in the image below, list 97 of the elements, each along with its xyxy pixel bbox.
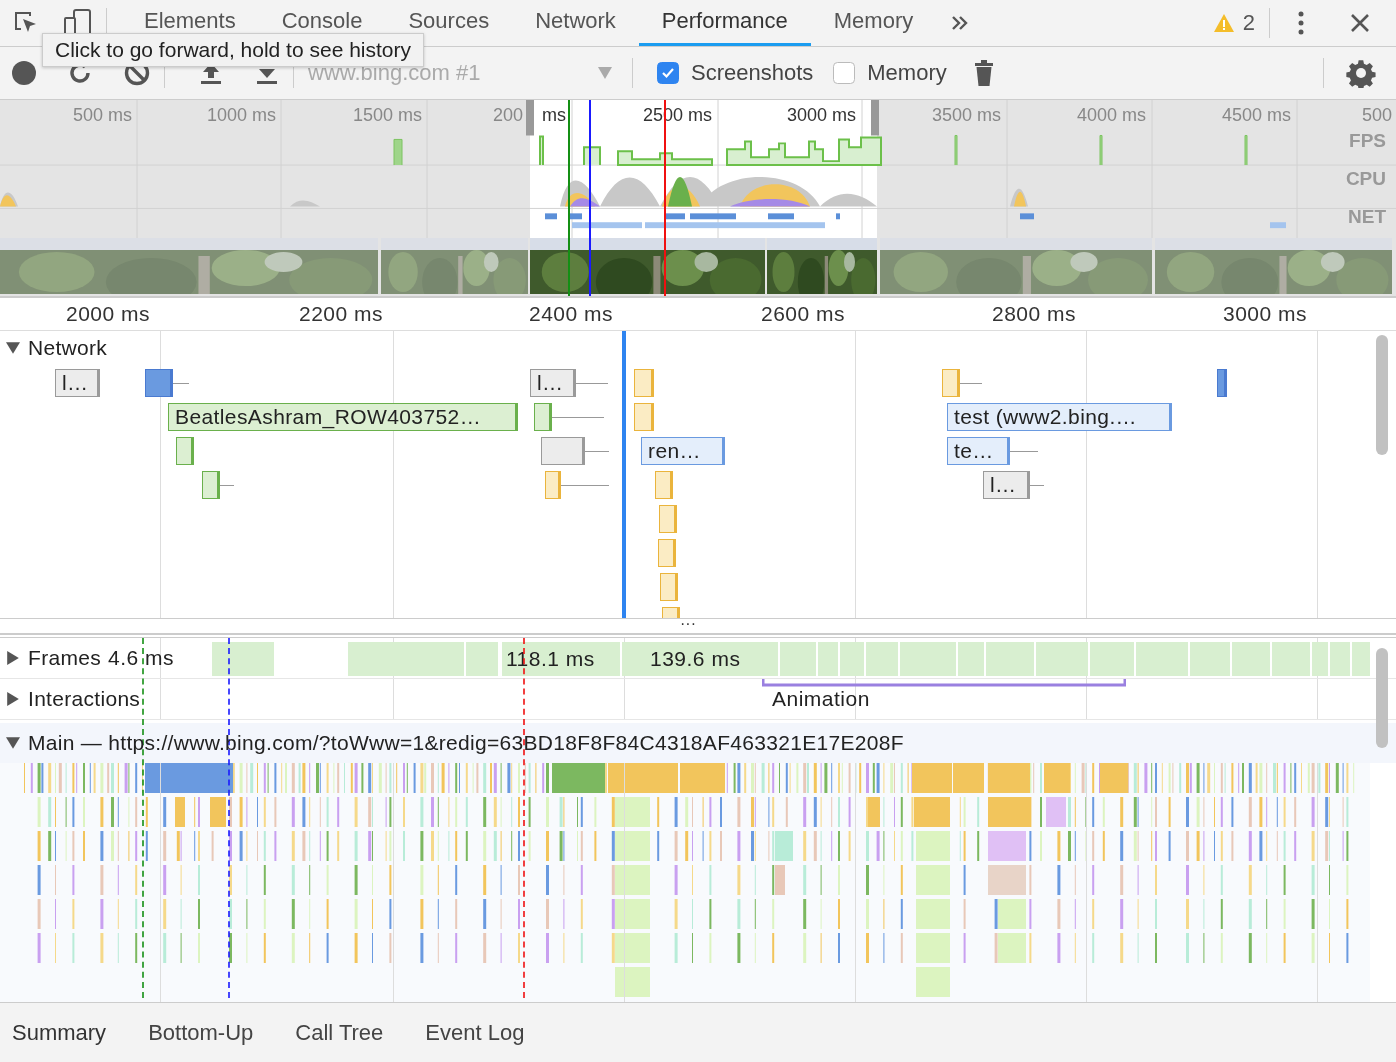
- network-request-bar[interactable]: l…: [983, 471, 1030, 499]
- frame-bar[interactable]: [1190, 642, 1230, 676]
- frame-bar[interactable]: [348, 642, 464, 676]
- overview-track-label: NET: [1348, 206, 1386, 228]
- record-icon[interactable]: [12, 61, 36, 85]
- frame-bar[interactable]: [1330, 642, 1350, 676]
- overview-tick-label: 200: [492, 105, 523, 126]
- expand-arrow-icon[interactable]: [6, 341, 20, 355]
- checkbox-label[interactable]: Memory: [867, 60, 947, 86]
- network-request-bar[interactable]: [1217, 369, 1227, 397]
- checkbox[interactable]: [833, 62, 856, 84]
- track-label[interactable]: Frames: [28, 646, 101, 670]
- dropdown-caret-icon[interactable]: [598, 67, 612, 79]
- details-tab[interactable]: Summary: [0, 1003, 127, 1062]
- expand-arrow-icon[interactable]: [6, 651, 20, 665]
- overview-panel[interactable]: [0, 100, 1396, 238]
- network-request-bar[interactable]: [634, 403, 654, 431]
- frame-bar[interactable]: [1090, 642, 1134, 676]
- frame-bar[interactable]: [840, 642, 864, 676]
- frame-bar[interactable]: [900, 642, 956, 676]
- frame-bar[interactable]: [212, 642, 274, 676]
- overview-tick-label: 4500 ms: [1221, 105, 1291, 126]
- network-request-bar[interactable]: [534, 403, 552, 431]
- frame-bar[interactable]: [986, 642, 1034, 676]
- network-request-bar[interactable]: [176, 437, 194, 465]
- frame-bar[interactable]: [818, 642, 838, 676]
- time-ruler-label: 2000 ms: [65, 302, 150, 326]
- selection-handle[interactable]: [526, 100, 534, 136]
- network-request-bar[interactable]: [202, 471, 220, 499]
- animation-range-bracket[interactable]: [762, 679, 1126, 687]
- network-request-bar[interactable]: [942, 369, 960, 397]
- network-request-bar[interactable]: ren…: [641, 437, 725, 465]
- panel-tab[interactable]: Network: [512, 0, 639, 46]
- settings-icon[interactable]: [1346, 58, 1376, 88]
- expand-arrow-icon[interactable]: [6, 736, 20, 750]
- warning-icon[interactable]: [1212, 13, 1235, 33]
- network-request-bar[interactable]: [659, 505, 677, 533]
- overview-track-label: CPU: [1345, 168, 1386, 190]
- details-tab[interactable]: Call Tree: [283, 1003, 404, 1062]
- frame-bar[interactable]: [780, 642, 816, 676]
- warning-count: 2: [1242, 10, 1255, 36]
- network-request-bar[interactable]: l…: [55, 369, 100, 397]
- scrollbar-thumb[interactable]: [1376, 335, 1388, 455]
- frame-bar[interactable]: [866, 642, 898, 676]
- overview-tick-label: 4000 ms: [1076, 105, 1146, 126]
- interaction-label: Animation: [772, 687, 870, 711]
- network-request-bar[interactable]: te…: [947, 437, 1010, 465]
- frame-bar[interactable]: [1136, 642, 1188, 676]
- time-ruler-label: 2600 ms: [760, 302, 845, 326]
- expand-arrow-icon[interactable]: [6, 692, 20, 706]
- network-request-bar[interactable]: [634, 369, 654, 397]
- overview-track-label: FPS: [1349, 130, 1386, 152]
- scrollbar-thumb[interactable]: [1376, 648, 1388, 748]
- time-ruler-label: 3000 ms: [1222, 302, 1307, 326]
- flame-chart-drawing[interactable]: [0, 763, 1370, 1002]
- track-label[interactable]: Network: [28, 336, 108, 360]
- network-request-bar[interactable]: [541, 437, 585, 465]
- time-ruler-label: 2200 ms: [298, 302, 383, 326]
- trash-icon[interactable]: [974, 60, 993, 86]
- overview-tick-label: 3000 ms: [786, 105, 856, 126]
- resize-handle[interactable]: ···: [680, 619, 696, 629]
- overview-tick-label: ms: [542, 105, 566, 126]
- selection-handle[interactable]: [871, 100, 879, 136]
- network-request-bar[interactable]: BeatlesAshram_ROW403752…: [168, 403, 518, 431]
- more-options-icon[interactable]: [1298, 11, 1304, 35]
- overview-tick-label: 1000 ms: [206, 105, 276, 126]
- frame-bar[interactable]: [1272, 642, 1310, 676]
- frame-bar[interactable]: [1352, 642, 1370, 676]
- track-label[interactable]: Interactions: [28, 687, 141, 711]
- frame-bar[interactable]: [1312, 642, 1328, 676]
- frame-bar[interactable]: [466, 642, 498, 676]
- time-ruler-label: 2400 ms: [528, 302, 613, 326]
- overview-tick-label: 500: [1361, 105, 1392, 126]
- network-request-bar[interactable]: [655, 471, 673, 499]
- network-request-bar[interactable]: [545, 471, 561, 499]
- overview-tick-label: 3500 ms: [931, 105, 1001, 126]
- details-tab[interactable]: Event Log: [413, 1003, 545, 1062]
- overview-tick-label: 500 ms: [72, 105, 132, 126]
- checkbox-label[interactable]: Screenshots: [691, 60, 814, 86]
- details-tab[interactable]: Bottom-Up: [136, 1003, 274, 1062]
- network-request-bar[interactable]: l…: [530, 369, 576, 397]
- network-request-bar[interactable]: test (www2.bing.…: [947, 403, 1172, 431]
- tooltip: Click to go forward, hold to see history: [42, 33, 424, 67]
- frame-bar[interactable]: [1232, 642, 1270, 676]
- overview-tick-label: 1500 ms: [352, 105, 422, 126]
- network-request-bar[interactable]: [660, 573, 678, 601]
- time-ruler-label: 2800 ms: [991, 302, 1076, 326]
- checkbox[interactable]: [657, 62, 679, 84]
- frame-bar[interactable]: 118.1 ms: [502, 642, 620, 676]
- network-request-bar[interactable]: [658, 539, 676, 567]
- close-icon[interactable]: [1350, 13, 1370, 33]
- panel-tab[interactable]: Memory: [810, 0, 937, 46]
- frame-duration: 4.6 ms: [108, 646, 175, 670]
- frame-bar[interactable]: [958, 642, 984, 676]
- frame-bar[interactable]: 139.6 ms: [622, 642, 778, 676]
- frame-bar[interactable]: [1036, 642, 1088, 676]
- network-request-bar[interactable]: [145, 369, 173, 397]
